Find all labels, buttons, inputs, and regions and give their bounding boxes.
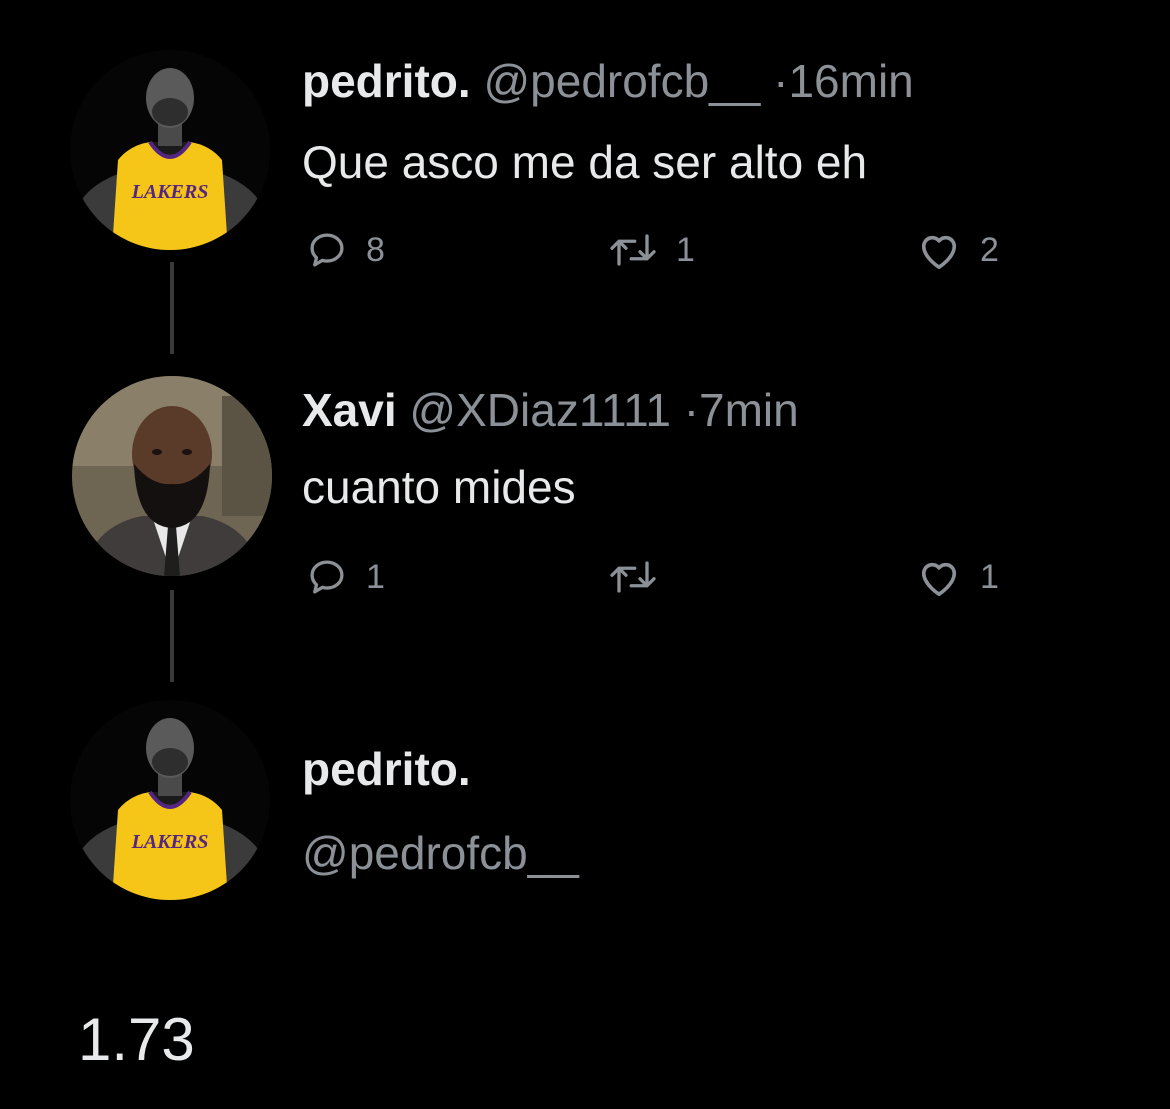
thread-connector [170,590,174,682]
author-name[interactable]: pedrito. [302,55,471,107]
tweet-text: Que asco me da ser alto eh [302,136,868,188]
lakers-logo-text: LAKERS [131,831,209,853]
tweet-header: pedrito. @pedrofcb__ ·16min [302,58,914,104]
avatar-xavi[interactable] [72,376,272,576]
retweet-button[interactable] [608,556,676,598]
reply-text[interactable]: 1.73 [78,1010,195,1070]
separator-dot: · [773,55,789,107]
reply-button[interactable]: 8 [306,229,385,271]
heart-icon [921,235,957,269]
thread-connector [170,262,174,354]
author-handle[interactable]: @XDiaz1111 [409,384,671,436]
reply-count: 8 [366,231,385,269]
reply-author-name[interactable]: pedrito. [302,746,471,792]
separator-dot: · [683,384,700,436]
retweet-icon [610,234,656,266]
tweet-header: Xavi @XDiaz1111 ·7min [302,387,799,433]
like-button[interactable]: 1 [916,556,999,598]
reply-count: 1 [366,558,385,596]
reply-icon [310,560,344,594]
tweet-text: cuanto mides [302,461,576,513]
retweet-icon [610,561,656,593]
timestamp[interactable]: 16min [788,55,913,107]
author-handle[interactable]: @pedrofcb__ [483,55,760,107]
retweet-count: 1 [676,231,695,269]
lakers-logo-text: LAKERS [131,181,209,203]
timestamp[interactable]: 7min [699,384,799,436]
like-count: 2 [980,231,999,269]
lakers-player-avatar-icon: LAKERS [70,50,270,250]
bearded-man-avatar-icon [72,376,272,576]
like-button[interactable]: 2 [916,229,999,271]
reply-author-handle[interactable]: @pedrofcb__ [302,830,579,876]
lakers-player-avatar-icon: LAKERS [70,700,270,900]
reply-icon [310,233,344,267]
like-count: 1 [980,558,999,596]
heart-icon [921,562,957,596]
reply-button[interactable]: 1 [306,556,385,598]
avatar-pedrito[interactable]: LAKERS [70,50,270,250]
retweet-button[interactable]: 1 [608,229,695,271]
author-name[interactable]: Xavi [302,384,397,436]
avatar-pedrito-reply[interactable]: LAKERS [70,700,270,900]
